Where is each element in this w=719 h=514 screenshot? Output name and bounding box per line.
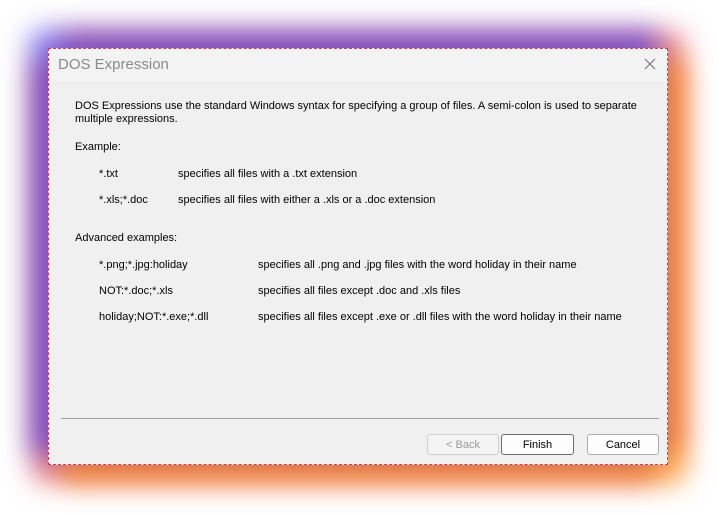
intro-text: DOS Expressions use the standard Windows… [75,100,637,125]
advanced-example-pattern: *.png;*.jpg:holiday [99,259,188,271]
dialog-content: DOS Expressions use the standard Windows… [49,81,667,464]
cancel-button[interactable]: Cancel [587,434,659,455]
close-button[interactable] [639,53,661,75]
example-pattern: *.txt [99,168,118,180]
button-separator [61,418,659,419]
advanced-example-description: specifies all .png and .jpg files with t… [258,259,577,271]
example-heading: Example: [75,141,121,153]
desktop-backdrop: DOS Expression DOS Expressions use the s… [0,0,719,514]
advanced-example-description: specifies all files except .doc and .xls… [258,285,461,297]
finish-button[interactable]: Finish [501,434,574,455]
dos-expression-dialog: DOS Expression DOS Expressions use the s… [48,48,668,465]
advanced-example-pattern: holiday;NOT:*.exe;*.dll [99,311,209,323]
close-icon [644,58,656,70]
title-bar[interactable]: DOS Expression [49,49,667,81]
example-pattern: *.xls;*.doc [99,194,148,206]
advanced-heading: Advanced examples: [75,232,178,244]
example-description: specifies all files with either a .xls o… [178,194,436,206]
advanced-example-description: specifies all files except .exe or .dll … [258,311,622,323]
window-title: DOS Expression [58,56,169,73]
back-button[interactable]: < Back [427,434,499,455]
example-description: specifies all files with a .txt extensio… [178,168,358,180]
advanced-example-pattern: NOT:*.doc;*.xls [99,285,173,297]
